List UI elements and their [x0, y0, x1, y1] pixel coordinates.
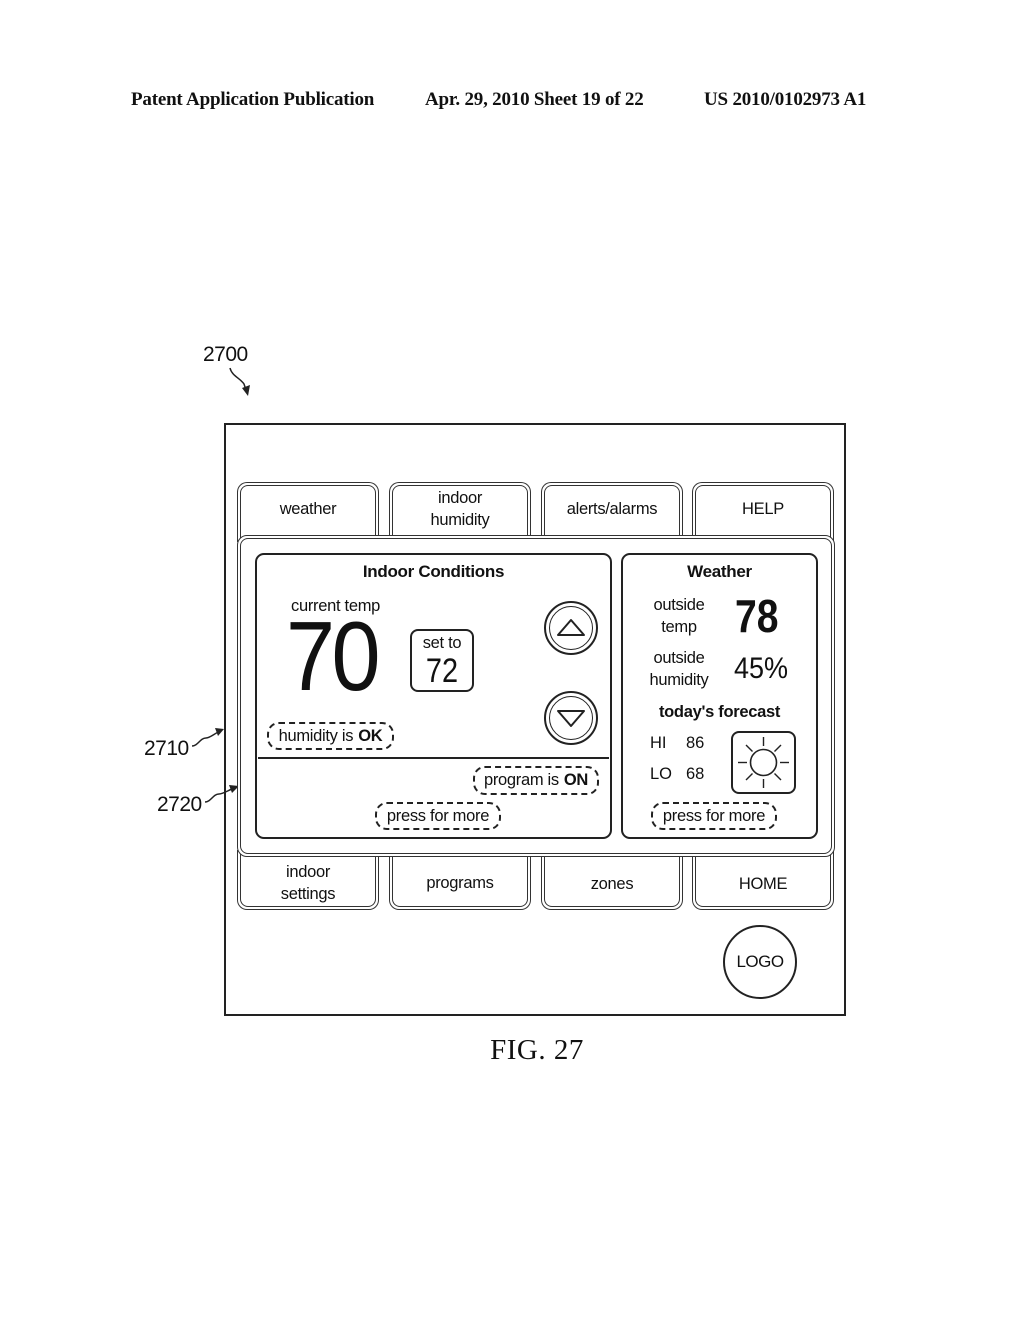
program-status-button[interactable]: program is ON	[473, 766, 599, 795]
forecast-hi-label: HI	[650, 734, 667, 752]
logo-label: LOGO	[736, 952, 784, 971]
set-to-value: 72	[425, 652, 459, 690]
outside-humidity-label-line1: outside	[653, 649, 705, 667]
temp-down-button[interactable]	[544, 691, 598, 745]
tab-zones[interactable]: zones	[541, 848, 683, 910]
temp-up-button[interactable]	[544, 601, 598, 655]
sun-icon	[738, 737, 789, 788]
publication-label: Patent Application Publication	[131, 89, 375, 110]
indoor-press-for-more-label: press for more	[386, 806, 490, 825]
ref-2720: 2720	[157, 793, 202, 816]
weather-press-for-more-label: press for more	[662, 806, 766, 825]
program-status-prefix: program is	[483, 771, 559, 789]
indoor-divider	[258, 757, 609, 759]
tab-home-label: HOME	[738, 874, 788, 893]
forecast-hi-value: 86	[686, 734, 705, 752]
ref-2700: 2700	[203, 343, 248, 366]
tab-indoor-settings-label: indoor settings	[280, 862, 336, 903]
tab-programs-label: programs	[426, 873, 494, 892]
outside-humidity-label: outside humidity	[642, 647, 716, 691]
weather-press-for-more-button[interactable]: press for more	[651, 802, 777, 830]
outside-temp-value: 78	[735, 590, 779, 642]
date-sheet-label: Apr. 29, 2010 Sheet 19 of 22	[425, 89, 644, 110]
forecast-title: today's forecast	[658, 703, 781, 721]
forecast-icon-box	[731, 731, 796, 794]
humidity-status-value: OK	[358, 726, 383, 745]
triangle-up-icon	[557, 619, 585, 636]
indoor-conditions-title: Indoor Conditions	[362, 562, 505, 581]
tab-weather[interactable]: weather	[237, 482, 379, 544]
ref-arrow-2710-icon	[191, 728, 224, 747]
tab-help[interactable]: HELP	[692, 482, 834, 544]
patent-number: US 2010/0102973 A1	[704, 89, 867, 110]
outside-humidity-label-line2: humidity	[649, 671, 709, 689]
tab-indoor-settings[interactable]: indoor settings	[237, 848, 379, 910]
outside-humidity-value: 45%	[734, 652, 789, 685]
tab-home[interactable]: HOME	[692, 848, 834, 910]
indoor-press-for-more-button[interactable]: press for more	[375, 802, 501, 830]
outside-temp-label-line1: outside	[653, 596, 705, 614]
tab-zones-label: zones	[590, 874, 634, 893]
outside-temp-label: outside temp	[642, 594, 716, 638]
tab-help-label: HELP	[742, 499, 784, 518]
outside-temp-label-line2: temp	[661, 618, 697, 636]
set-to-label: set to	[422, 634, 462, 652]
program-status-value: ON	[563, 771, 589, 789]
tab-alerts-alarms-label: alerts/alarms	[566, 499, 658, 518]
forecast-lo-label: LO	[650, 765, 673, 783]
tab-indoor-humidity[interactable]: indoor humidity	[389, 482, 531, 544]
humidity-status-button[interactable]: humidity is OK	[267, 722, 394, 750]
ref-2710: 2710	[144, 737, 189, 760]
tab-alerts-alarms[interactable]: alerts/alarms	[541, 482, 683, 544]
tab-indoor-humidity-label: indoor humidity	[430, 488, 490, 529]
figure-caption: FIG. 27	[490, 1034, 584, 1066]
tab-weather-label: weather	[279, 499, 337, 518]
ref-arrow-2700-icon	[229, 367, 250, 396]
current-temp-value: 70	[286, 601, 381, 711]
tab-programs[interactable]: programs	[389, 848, 531, 910]
triangle-down-icon	[557, 710, 585, 727]
logo-button[interactable]: LOGO	[723, 925, 797, 999]
forecast-lo-value: 68	[686, 765, 705, 783]
humidity-status-prefix: humidity is	[278, 726, 354, 745]
weather-title: Weather	[687, 562, 752, 581]
